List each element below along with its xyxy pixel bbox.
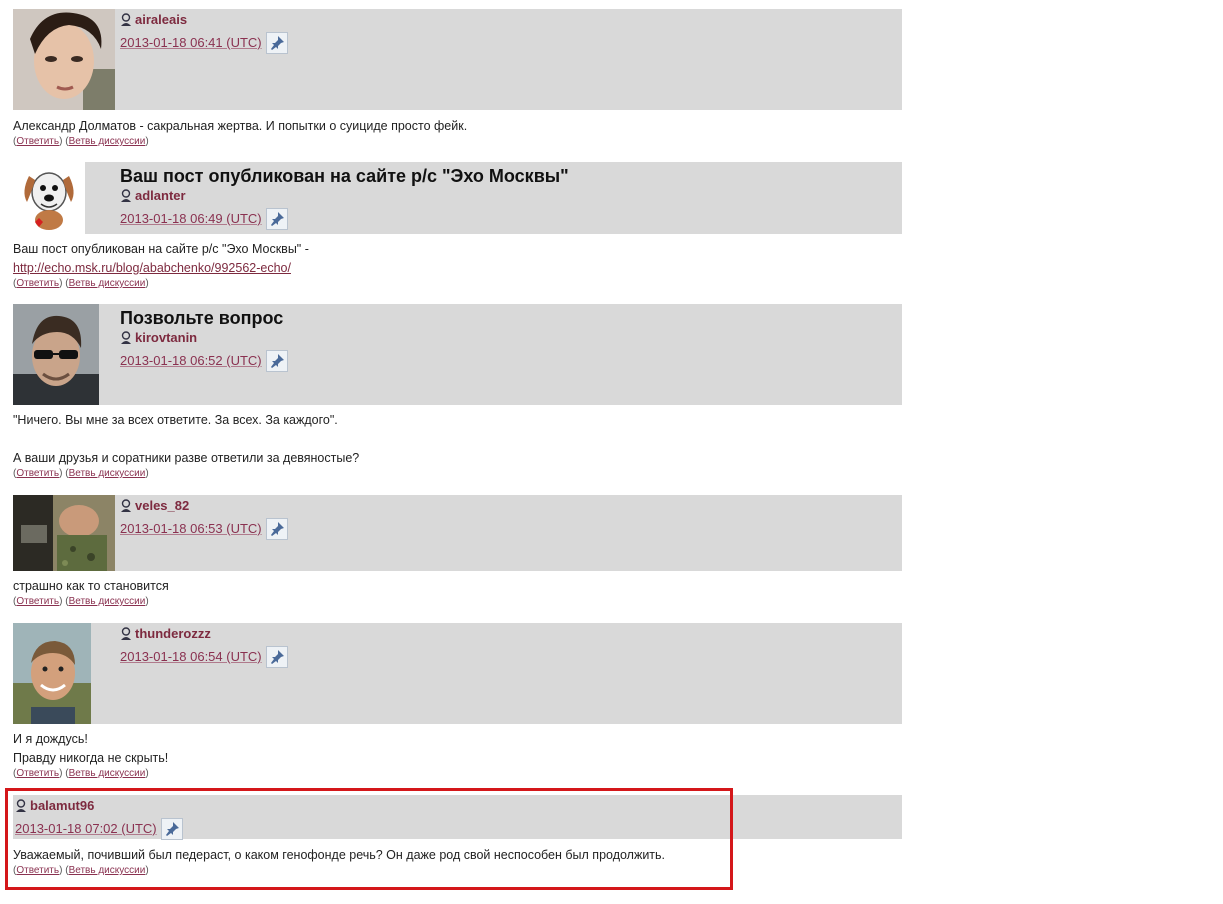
comment: Позвольте вопрос kirovtanin 2013-01-18 0… bbox=[13, 304, 902, 480]
comment: thunderozzz 2013-01-18 06:54 (UTC) И я д… bbox=[13, 623, 902, 780]
link-button[interactable] bbox=[265, 518, 288, 540]
comment-text: страшно как то становится bbox=[13, 579, 169, 593]
username[interactable]: kirovtanin bbox=[120, 330, 288, 346]
username[interactable]: airaleais bbox=[120, 12, 288, 28]
comment-actions: (Ответить) (Ветвь дискуссии) bbox=[13, 768, 149, 779]
comment-text: "Ничего. Вы мне за всех ответите. За все… bbox=[13, 413, 338, 427]
comment-header: airaleais 2013-01-18 06:41 (UTC) bbox=[13, 9, 902, 110]
comment-header: veles_82 2013-01-18 06:53 (UTC) bbox=[13, 495, 902, 571]
echo-link[interactable]: http://echo.msk.ru/blog/ababchenko/99256… bbox=[13, 261, 291, 275]
link-button[interactable] bbox=[265, 646, 288, 668]
comment-text: Александр Долматов - сакральная жертва. … bbox=[13, 119, 468, 133]
thread-link[interactable]: Ветвь дискуссии bbox=[69, 136, 146, 147]
comment-date[interactable]: 2013-01-18 06:53 (UTC) bbox=[120, 521, 262, 537]
avatar[interactable] bbox=[13, 304, 99, 405]
pin-icon bbox=[270, 522, 284, 536]
thread-link[interactable]: Ветвь дискуссии bbox=[69, 278, 146, 289]
comment-date[interactable]: 2013-01-18 06:49 (UTC) bbox=[120, 211, 262, 227]
user-icon bbox=[120, 627, 132, 641]
pin-icon bbox=[270, 650, 284, 664]
comment-title: Ваш пост опубликован на сайте р/с "Эхо М… bbox=[120, 166, 569, 186]
comment-header: Позвольте вопрос kirovtanin 2013-01-18 0… bbox=[13, 304, 902, 405]
comment-actions: (Ответить) (Ветвь дискуссии) bbox=[13, 596, 149, 607]
comment-header: Ваш пост опубликован на сайте р/с "Эхо М… bbox=[13, 162, 902, 234]
comment-date[interactable]: 2013-01-18 06:54 (UTC) bbox=[120, 649, 262, 665]
user-icon bbox=[120, 331, 132, 345]
username[interactable]: veles_82 bbox=[120, 498, 288, 514]
highlight-box bbox=[5, 788, 733, 890]
username[interactable]: thunderozzz bbox=[120, 626, 288, 642]
comment-actions: (Ответить) (Ветвь дискуссии) bbox=[13, 278, 149, 289]
avatar[interactable] bbox=[13, 623, 91, 724]
comment-text: Правду никогда не скрыть! bbox=[13, 751, 169, 765]
pin-icon bbox=[270, 212, 284, 226]
user-icon bbox=[120, 13, 132, 27]
comment-date[interactable]: 2013-01-18 06:41 (UTC) bbox=[120, 35, 262, 51]
avatar[interactable] bbox=[13, 9, 115, 110]
reply-link[interactable]: Ответить bbox=[16, 596, 59, 607]
avatar[interactable] bbox=[13, 162, 85, 234]
comment-title: Позвольте вопрос bbox=[120, 308, 284, 328]
comment-actions: (Ответить) (Ветвь дискуссии) bbox=[13, 136, 149, 147]
comment: Ваш пост опубликован на сайте р/с "Эхо М… bbox=[13, 162, 902, 290]
reply-link[interactable]: Ответить bbox=[16, 136, 59, 147]
user-icon bbox=[120, 189, 132, 203]
reply-link[interactable]: Ответить bbox=[16, 768, 59, 779]
comment-actions: (Ответить) (Ветвь дискуссии) bbox=[13, 468, 149, 479]
thread-link[interactable]: Ветвь дискуссии bbox=[69, 596, 146, 607]
pin-icon bbox=[270, 354, 284, 368]
reply-link[interactable]: Ответить bbox=[16, 468, 59, 479]
pin-icon bbox=[270, 36, 284, 50]
user-icon bbox=[120, 499, 132, 513]
thread-link[interactable]: Ветвь дискуссии bbox=[69, 768, 146, 779]
username[interactable]: adlanter bbox=[120, 188, 569, 204]
link-button[interactable] bbox=[265, 208, 288, 230]
comment: airaleais 2013-01-18 06:41 (UTC) Алексан… bbox=[13, 9, 902, 148]
comment: veles_82 2013-01-18 06:53 (UTC) страшно … bbox=[13, 495, 902, 608]
comment-text: А ваши друзья и соратники разве ответили… bbox=[13, 451, 360, 465]
avatar[interactable] bbox=[13, 495, 115, 571]
comment-header: thunderozzz 2013-01-18 06:54 (UTC) bbox=[13, 623, 902, 724]
comment-text: Ваш пост опубликован на сайте р/с "Эхо М… bbox=[13, 242, 309, 256]
reply-link[interactable]: Ответить bbox=[16, 278, 59, 289]
thread-link[interactable]: Ветвь дискуссии bbox=[69, 468, 146, 479]
link-button[interactable] bbox=[265, 32, 288, 54]
comment-text bbox=[13, 430, 902, 449]
comment-date[interactable]: 2013-01-18 06:52 (UTC) bbox=[120, 353, 262, 369]
comment-text: И я дождусь! bbox=[13, 732, 88, 746]
link-button[interactable] bbox=[265, 350, 288, 372]
